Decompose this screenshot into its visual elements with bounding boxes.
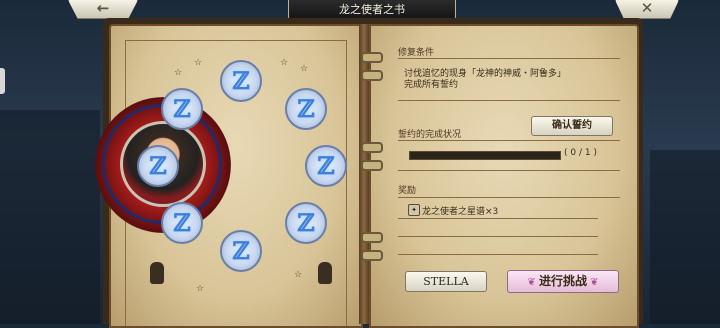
divider: [398, 197, 620, 198]
cat-silhouette-icon: [318, 262, 332, 284]
star-icon: ☆: [294, 270, 303, 280]
side-handle[interactable]: [0, 68, 5, 94]
back-button[interactable]: ←: [68, 0, 138, 19]
stella-button[interactable]: STELLA: [405, 271, 487, 292]
binder-ring: [361, 232, 383, 243]
close-icon: ✕: [640, 0, 654, 17]
divider: [398, 100, 620, 101]
background-building: [650, 150, 720, 324]
divider: [398, 140, 620, 141]
reward-item: 龙之使者之星谱×3: [422, 207, 499, 217]
divider: [398, 170, 620, 171]
conditions-header: 修复条件: [398, 48, 435, 58]
binder-ring: [361, 70, 383, 81]
star-icon: ☆: [280, 58, 289, 68]
ornament-icon: ❦: [527, 277, 539, 288]
star-icon: ☆: [174, 68, 183, 78]
rune-medallion[interactable]: ℤ: [161, 202, 203, 244]
start-challenge-button[interactable]: ❦ 进行挑战 ❦: [507, 270, 619, 293]
progress-text: ( 0 / 1 ): [564, 148, 597, 158]
divider: [398, 58, 620, 59]
reward-header: 奖励: [398, 186, 417, 196]
rune-medallion[interactable]: ℤ: [285, 202, 327, 244]
rune-medallion[interactable]: ℤ: [137, 145, 179, 187]
rune-medallion[interactable]: ℤ: [220, 60, 262, 102]
binder-ring: [361, 52, 383, 63]
cat-silhouette-icon: [150, 262, 164, 284]
start-challenge-label: 进行挑战: [538, 274, 587, 288]
ornament-icon: ❦: [587, 277, 599, 288]
rune-medallion[interactable]: ℤ: [220, 230, 262, 272]
binder-ring: [361, 142, 383, 153]
divider: [398, 218, 598, 219]
back-arrow-icon: ←: [96, 0, 110, 17]
rune-medallion[interactable]: ℤ: [161, 88, 203, 130]
progress-header: 誓约的完成状况: [398, 130, 462, 140]
book-spine: [359, 24, 369, 324]
progress-bar-fill: [410, 152, 560, 159]
divider: [398, 254, 598, 255]
condition-line: 完成所有誓约: [404, 80, 459, 90]
star-icon: ☆: [300, 64, 309, 74]
confirm-pledge-button[interactable]: 确认誓约: [531, 116, 613, 136]
binder-ring: [361, 250, 383, 261]
divider: [398, 236, 598, 237]
close-button[interactable]: ✕: [615, 0, 679, 19]
star-icon: ☆: [196, 284, 205, 294]
binder-ring: [361, 160, 383, 171]
pledge-progress-bar: [409, 151, 561, 160]
star-chart-item-icon: ✦: [408, 204, 420, 216]
star-icon: ☆: [194, 58, 203, 68]
rune-medallion[interactable]: ℤ: [285, 88, 327, 130]
background-building: [0, 110, 100, 324]
rune-medallion[interactable]: ℤ: [305, 145, 347, 187]
